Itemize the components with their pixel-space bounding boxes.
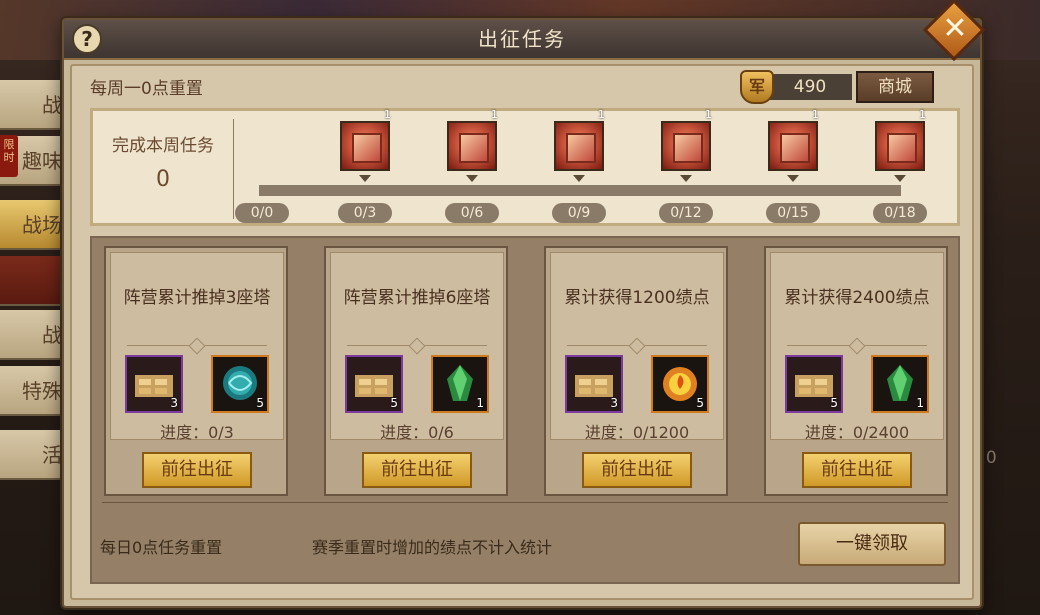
item-count: 5 — [696, 396, 704, 410]
divider — [233, 119, 234, 219]
task-card: 累计获得1200绩点 3 5 进度：0/1200 前往出征 — [544, 246, 728, 496]
task-title: 累计获得1200绩点 — [564, 288, 710, 308]
item-count: 1 — [916, 396, 924, 410]
red-chest-icon[interactable] — [447, 121, 497, 171]
title-bar: 出征任务 ? — [64, 20, 980, 60]
reward-item[interactable]: 1 — [871, 355, 929, 413]
weekly-task-count: 0 — [156, 167, 170, 192]
go-campaign-button[interactable]: 前往出征 — [802, 452, 912, 488]
currency-amount: 490 — [768, 74, 852, 100]
red-chest-icon[interactable] — [554, 121, 604, 171]
task-card: 阵营累计推掉6座塔 5 1 进度：0/6 前往出征 — [324, 246, 508, 496]
task-progress: 进度：0/1200 — [584, 423, 690, 442]
divider-ornament — [628, 337, 646, 355]
go-campaign-button[interactable]: 前往出征 — [362, 452, 472, 488]
weekly-progress-panel: 完成本周任务 0 0/0 1 0/3 1 0/6 1 0/9 1 0/12 1 … — [90, 108, 960, 226]
divider-ornament — [848, 337, 866, 355]
item-count: 5 — [830, 396, 838, 410]
reward-item[interactable]: 5 — [651, 355, 709, 413]
task-info: 阵营累计推掉3座塔 3 5 进度：0/3 — [110, 252, 284, 442]
close-icon[interactable]: ✕ — [940, 14, 970, 44]
task-title: 累计获得2400绩点 — [784, 288, 930, 308]
dialog-title: 出征任务 — [478, 27, 566, 51]
progress-track — [259, 185, 901, 196]
pointer-icon — [787, 175, 799, 182]
task-card: 阵营累计推掉3座塔 3 5 进度：0/3 前往出征 — [104, 246, 288, 496]
background-tab-6[interactable]: 特殊 — [0, 366, 70, 416]
background-tab-7[interactable]: 活 — [0, 430, 70, 480]
help-button[interactable]: ? — [72, 24, 102, 54]
daily-reset-note: 每日0点任务重置 — [100, 538, 223, 557]
weekly-task-label: 完成本周任务 — [112, 136, 214, 156]
item-count: 3 — [610, 396, 618, 410]
claim-all-button[interactable]: 一键领取 — [798, 522, 946, 566]
red-chest-icon[interactable] — [875, 121, 925, 171]
footer-divider — [102, 502, 948, 503]
limited-badge: 限时 — [0, 135, 18, 177]
reward-item[interactable]: 3 — [565, 355, 623, 413]
divider-ornament — [188, 337, 206, 355]
pointer-icon — [359, 175, 371, 182]
season-note: 赛季重置时增加的绩点不计入统计 — [312, 538, 553, 557]
divider-ornament — [408, 337, 426, 355]
milestone-start-label: 0/0 — [235, 203, 289, 223]
pointer-icon — [466, 175, 478, 182]
task-list: 阵营累计推掉3座塔 3 5 进度：0/3 前往出征 阵营累计推掉6座塔 5 1 … — [90, 236, 960, 584]
milestone-label: 0/9 — [552, 203, 606, 223]
milestone-label: 0/3 — [338, 203, 392, 223]
milestone-label: 0/18 — [873, 203, 927, 223]
background-tab-3[interactable]: 战场 — [0, 200, 70, 250]
background-tab-4[interactable] — [0, 256, 70, 306]
task-card: 累计获得2400绩点 5 1 进度：0/2400 前往出征 — [764, 246, 948, 496]
chest-count: 1 — [598, 108, 605, 121]
reward-item[interactable]: 5 — [345, 355, 403, 413]
chest-count: 1 — [384, 108, 391, 121]
shop-button[interactable]: 商城 — [856, 71, 934, 103]
pointer-icon — [894, 175, 906, 182]
chest-count: 1 — [491, 108, 498, 121]
pointer-icon — [573, 175, 585, 182]
reward-item[interactable]: 3 — [125, 355, 183, 413]
weekly-reset-note: 每周一0点重置 — [90, 79, 203, 99]
chest-count: 1 — [705, 108, 712, 121]
campaign-task-dialog: 出征任务 ? ✕ 每周一0点重置 490 军 商城 完成本周任务 0 0/0 1… — [62, 0, 986, 608]
background-tab-5[interactable]: 战 — [0, 310, 70, 360]
task-info: 累计获得1200绩点 3 5 进度：0/1200 — [550, 252, 724, 442]
item-count: 3 — [170, 396, 178, 410]
red-chest-icon[interactable] — [340, 121, 390, 171]
chest-count: 1 — [919, 108, 926, 121]
currency-display: 490 军 商城 — [740, 70, 936, 104]
reward-item[interactable]: 5 — [211, 355, 269, 413]
army-token-icon: 军 — [740, 70, 774, 104]
pointer-icon — [680, 175, 692, 182]
task-progress: 进度：0/2400 — [804, 423, 910, 442]
item-count: 1 — [476, 396, 484, 410]
task-progress: 进度：0/6 — [380, 423, 454, 442]
red-chest-icon[interactable] — [768, 121, 818, 171]
task-info: 累计获得2400绩点 5 1 进度：0/2400 — [770, 252, 944, 442]
milestone-label: 0/6 — [445, 203, 499, 223]
milestone-label: 0/15 — [766, 203, 820, 223]
go-campaign-button[interactable]: 前往出征 — [142, 452, 252, 488]
item-count: 5 — [256, 396, 264, 410]
background-sidebar: 战 趣味 战场 战 特殊 活 — [0, 60, 70, 540]
item-count: 5 — [390, 396, 398, 410]
task-title: 阵营累计推掉3座塔 — [123, 288, 271, 308]
reward-item[interactable]: 5 — [785, 355, 843, 413]
task-progress: 进度：0/3 — [160, 423, 234, 442]
background-tab-1[interactable]: 战 — [0, 80, 70, 130]
dialog-content: 每周一0点重置 490 军 商城 完成本周任务 0 0/0 1 0/3 1 0/ — [70, 64, 974, 600]
go-campaign-button[interactable]: 前往出征 — [582, 452, 692, 488]
milestone-label: 0/12 — [659, 203, 713, 223]
task-info: 阵营累计推掉6座塔 5 1 进度：0/6 — [330, 252, 504, 442]
chest-count: 1 — [812, 108, 819, 121]
task-title: 阵营累计推掉6座塔 — [343, 288, 491, 308]
red-chest-icon[interactable] — [661, 121, 711, 171]
reward-item[interactable]: 1 — [431, 355, 489, 413]
